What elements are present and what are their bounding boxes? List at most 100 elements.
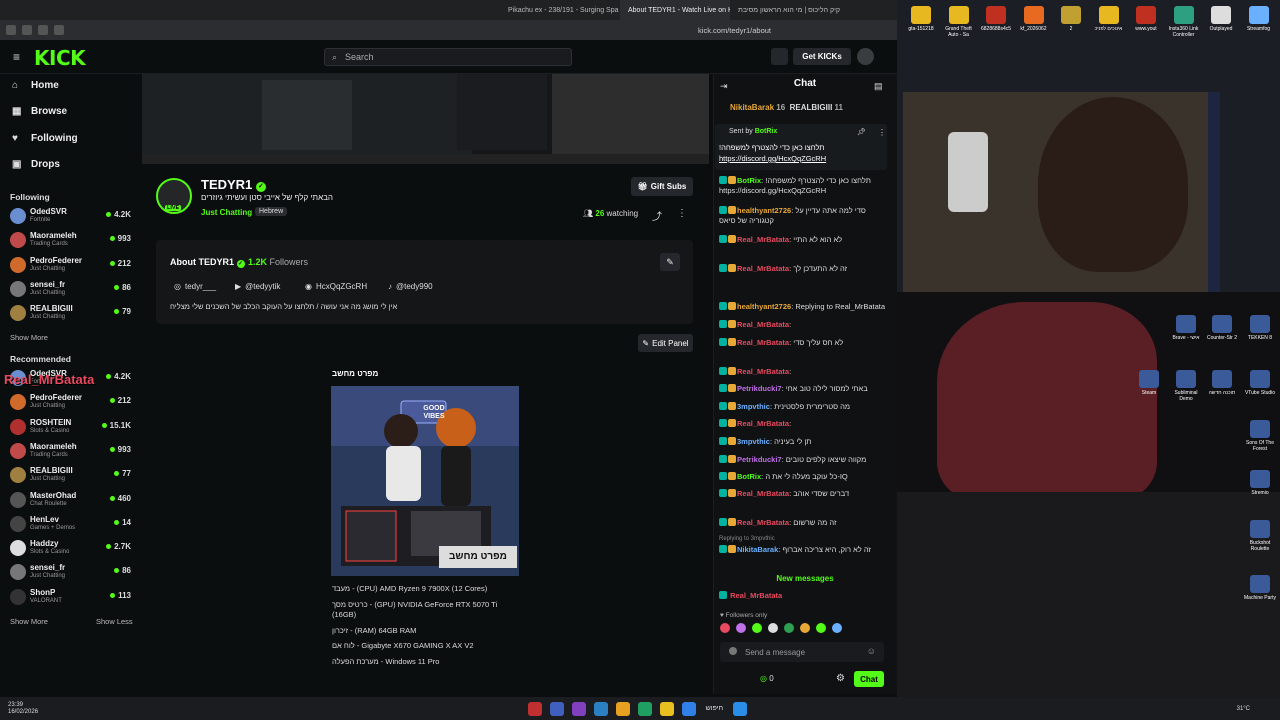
chat-username[interactable]: Real_MrBatata (737, 518, 789, 527)
forward-icon[interactable] (38, 25, 48, 35)
chat-message-input[interactable]: Send a message ☺ (720, 642, 884, 662)
video-player[interactable] (142, 74, 709, 164)
gift-subs-button[interactable]: 🎁︎ Gift Subs (631, 177, 693, 196)
desktop-shortcut[interactable]: VTube Studio (1244, 370, 1276, 396)
following-channel[interactable]: Maorameleh Trading Cards 993 (10, 230, 134, 252)
nav-following[interactable]: ♥ Following (12, 133, 78, 144)
taskbar-search[interactable]: חיפוש (706, 705, 723, 712)
chat-username[interactable]: Real_MrBatata (737, 338, 789, 347)
pin-icon[interactable]: 📌︎ (857, 128, 866, 136)
following-show-more[interactable]: Show More (10, 333, 48, 342)
following-channel[interactable]: REALBIGIII Just Chatting 79 (10, 303, 134, 325)
desktop-shortcut[interactable]: www.yout (1130, 6, 1162, 32)
taskbar-app-icon[interactable] (549, 701, 564, 716)
following-channel[interactable]: PedroFederer Just Chatting 212 (10, 255, 134, 277)
kick-logo[interactable]: KICK (34, 46, 86, 70)
url-text[interactable]: kick.com/tedyr1/about (698, 26, 771, 35)
nav-browse[interactable]: ▦ Browse (12, 106, 67, 117)
chat-username[interactable]: Petrikducki7 (737, 384, 782, 393)
recommended-show-more[interactable]: Show More (10, 617, 48, 626)
chat-username[interactable]: Real_MrBatata (737, 419, 789, 428)
tab-tedyr1-about[interactable]: About TEDYR1 - Watch Live on K (620, 0, 730, 20)
desktop-shortcut[interactable]: אינוכים לפניכ (1093, 6, 1125, 32)
taskbar-weather[interactable]: 31°C (1237, 706, 1250, 712)
chat-username[interactable]: healthyant2726 (737, 206, 791, 215)
desktop-shortcut[interactable]: 2 (1055, 6, 1087, 32)
following-channel[interactable]: OdedSVR Fortnite 4.2K (10, 206, 134, 228)
chat-send-button[interactable]: Chat (854, 671, 884, 687)
windows-start-icon[interactable] (733, 701, 748, 716)
chat-username[interactable]: 3mpvthic (737, 402, 770, 411)
wallet-icon[interactable] (771, 48, 788, 65)
hamburger-icon[interactable]: ≡ (13, 50, 20, 64)
chat-username[interactable]: Petrikducki7 (737, 455, 782, 464)
desktop-shortcut[interactable]: Outplayed (1205, 6, 1237, 32)
stream-category[interactable]: Just Chatting (201, 208, 252, 217)
desktop-shortcut[interactable]: Sons Of The Forest (1244, 420, 1276, 452)
emoji-icon[interactable]: ☺ (867, 646, 876, 656)
desktop-shortcut[interactable]: Streamfog (1243, 6, 1275, 32)
recommended-channel[interactable]: MasterOhad Chat Roulette 460 (10, 490, 134, 512)
language-tag[interactable]: Hebrew (255, 207, 288, 216)
nav-home[interactable]: ⌂ Home (12, 80, 59, 91)
social-discord[interactable]: ◉ HcxQqZGcRH (305, 282, 367, 291)
taskbar-app-icon[interactable] (659, 701, 674, 716)
more-options-icon[interactable]: ⋮ (677, 208, 687, 219)
taskbar-clock[interactable]: 23:39 16/02/2026 (8, 702, 38, 716)
desktop-shortcut[interactable]: Counter-Str 2 (1206, 315, 1238, 341)
desktop-shortcut[interactable]: TEKKEN 8 (1244, 315, 1276, 341)
desktop-shortcut[interactable]: תוכנה חדשה (1206, 370, 1238, 396)
recommended-channel[interactable]: ROSHTEIN Slots & Casino 15.1K (10, 417, 134, 439)
chat-points[interactable]: ◎ 0 (760, 674, 774, 683)
social-instagram[interactable]: ◎ tedyr___ (174, 282, 216, 291)
taskbar-app-icon[interactable] (681, 701, 696, 716)
edit-about-icon[interactable]: ✎ (660, 253, 680, 271)
desktop-shortcut[interactable]: Grand Theft Auto - Sa (943, 6, 975, 38)
share-icon[interactable]: ⤴ (652, 208, 662, 223)
desktop-shortcut[interactable]: kf_2026062 (1018, 6, 1050, 32)
menu-icon[interactable] (6, 25, 16, 35)
taskbar-app-icon[interactable] (637, 701, 652, 716)
recommended-channel[interactable]: Haddzy Slots & Casino 2.7K (10, 538, 134, 560)
following-channel[interactable]: sensei_fr Just Chatting 86 (10, 279, 134, 301)
get-kicks-button[interactable]: Get KICKs (793, 48, 851, 65)
chat-username[interactable]: Real_MrBatata (737, 489, 789, 498)
pinned-more-icon[interactable]: ⋮ (878, 128, 886, 137)
desktop-shortcut[interactable]: Buckshot Roulette (1244, 520, 1276, 552)
tab-pikachu[interactable]: Pikachu ex - 238/191 - Surging Spa (500, 0, 620, 20)
recommended-show-less[interactable]: Show Less (96, 617, 133, 626)
recommended-channel[interactable]: ShonP VALORANT 113 (10, 587, 134, 609)
taskbar-app-icon[interactable] (615, 701, 630, 716)
nav-drops[interactable]: ▣ Drops (12, 159, 60, 170)
reload-icon[interactable] (54, 25, 64, 35)
taskbar-app-icon[interactable] (571, 701, 586, 716)
chat-username[interactable]: Real_MrBatata (737, 235, 789, 244)
recommended-channel[interactable]: sensei_fr Just Chatting 86 (10, 562, 134, 584)
recommended-channel[interactable]: HenLev Games + Demos 14 (10, 514, 134, 536)
recommended-channel[interactable]: Maorameleh Trading Cards 993 (10, 441, 134, 463)
desktop-shortcut[interactable]: Stremio (1244, 470, 1276, 496)
desktop-shortcut[interactable]: Brave - אישי (1170, 315, 1202, 341)
edit-panel-button[interactable]: ✎ Edit Panel (638, 334, 693, 352)
chat-username[interactable]: 3mpvthic (737, 437, 770, 446)
recommended-channel[interactable]: PedroFederer Just Chatting 212 (10, 392, 134, 414)
chat-users-icon[interactable]: ▤ (874, 81, 883, 92)
social-tiktok[interactable]: ♪ @tedy990 (388, 282, 433, 291)
back-icon[interactable] (22, 25, 32, 35)
chat-username[interactable]: Real_MrBatata (737, 367, 789, 376)
desktop-shortcut[interactable]: Insta360 Link Controller (1168, 6, 1200, 38)
search-input[interactable]: ⌕ Search (324, 48, 572, 66)
chat-username[interactable]: NikitaBarak (737, 545, 778, 554)
user-avatar[interactable] (857, 48, 874, 65)
desktop-shortcut[interactable]: Subliminal Demo (1170, 370, 1202, 402)
taskbar-app-icon[interactable] (527, 701, 542, 716)
social-youtube[interactable]: ▶ @tedyytik (235, 282, 280, 291)
emote-bar[interactable] (720, 623, 885, 637)
desktop-shortcut[interactable]: Steam (1133, 370, 1165, 396)
chat-username[interactable]: healthyant2726 (737, 302, 791, 311)
recommended-channel[interactable]: REALBIGIII Just Chatting 77 (10, 465, 134, 487)
tab-kick-hebrew[interactable]: קיק הליכוס | מי הוא הראשון מסיבת (730, 0, 870, 20)
desktop-shortcut[interactable]: gta-151218 (905, 6, 937, 32)
desktop-shortcut[interactable]: Machine Party (1244, 575, 1276, 601)
chat-username[interactable]: Real_MrBatata (737, 320, 789, 329)
